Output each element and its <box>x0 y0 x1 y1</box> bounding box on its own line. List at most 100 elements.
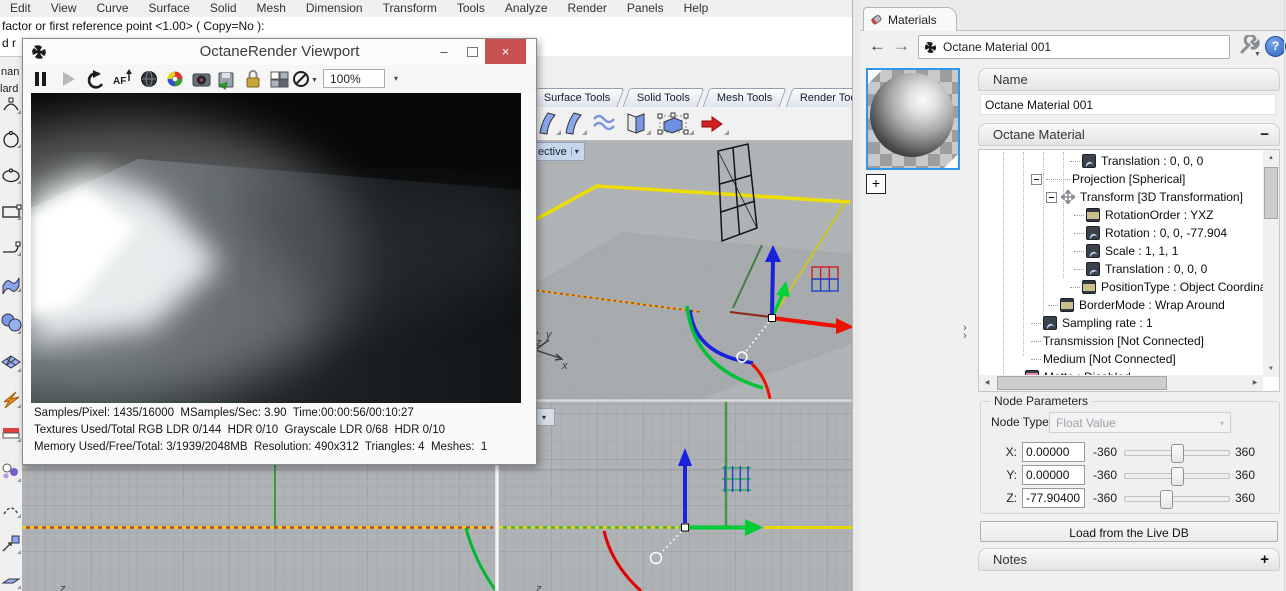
scroll-down-arrow[interactable]: ▼ <box>1263 361 1279 377</box>
material-name-input[interactable] <box>980 94 1276 115</box>
render-stats-line: Memory Used/Free/Total: 3/1939/2048MB Re… <box>34 441 488 453</box>
viewport-menu-arrow[interactable]: ▾ <box>570 147 582 156</box>
tool-icons[interactable] <box>536 109 746 139</box>
tree-vertical-scrollbar[interactable]: ▲ ▼ <box>1263 150 1279 377</box>
float-node-icon <box>1043 316 1057 330</box>
name-section-header[interactable]: Name <box>978 68 1280 91</box>
tree-node-rotation[interactable]: Rotation : 0, 0, -77.904 <box>979 224 1263 242</box>
tree-node-scale[interactable]: Scale : 1, 1, 1 <box>979 242 1263 260</box>
panel-expander[interactable]: › › <box>960 323 970 342</box>
fold-tool-icon <box>627 113 637 134</box>
scroll-left-arrow[interactable]: ◀ <box>979 375 995 391</box>
tree-node-translation[interactable]: Translation : 0, 0, 0 <box>979 152 1263 170</box>
tools-wrench-button[interactable]: ▼ <box>1238 35 1262 57</box>
expand-section-button[interactable]: + <box>1260 551 1269 568</box>
tree-node-transmission[interactable]: Transmission [Not Connected] <box>979 332 1263 350</box>
y-value-input[interactable] <box>1022 465 1085 485</box>
tab-solid-tools[interactable]: Solid Tools <box>622 88 705 107</box>
back-button[interactable]: ← <box>869 36 886 56</box>
tree-node-samplingrate[interactable]: Sampling rate : 1 <box>979 314 1263 332</box>
render-region-icon <box>141 71 157 87</box>
scroll-right-arrow[interactable]: ▶ <box>1247 375 1263 391</box>
clay-mode-icon <box>293 71 309 87</box>
menu-curve[interactable]: Curve <box>86 0 138 15</box>
scroll-up-arrow[interactable]: ▲ <box>1263 150 1279 166</box>
collapse-box-icon[interactable] <box>1031 173 1042 185</box>
save-image-icon <box>218 72 234 90</box>
axis-label-z: z <box>535 583 542 591</box>
scrollbar-thumb[interactable] <box>997 376 1167 390</box>
slider-max-label: 360 <box>1235 491 1256 505</box>
tree-node-rotationorder[interactable]: RotationOrder : YXZ <box>979 206 1263 224</box>
load-live-db-button[interactable]: Load from the Live DB <box>980 521 1278 542</box>
menu-analyze[interactable]: Analyze <box>495 0 558 15</box>
scrollbar-thumb[interactable] <box>1264 167 1278 219</box>
collapse-section-button[interactable]: − <box>1260 126 1269 143</box>
tree-horizontal-scrollbar[interactable]: ◀ ▶ <box>979 375 1263 391</box>
left-toolbar[interactable] <box>0 96 22 591</box>
menu-tools[interactable]: Tools <box>447 0 495 15</box>
menu-mesh[interactable]: Mesh <box>247 0 296 15</box>
window-title-bar[interactable]: OctaneRender Viewport – × <box>23 39 536 66</box>
menu-render[interactable]: Render <box>558 0 617 15</box>
notes-section-header[interactable]: Notes + <box>978 548 1280 571</box>
tree-node-medium[interactable]: Medium [Not Connected] <box>979 350 1263 368</box>
slider-thumb[interactable] <box>1171 444 1184 463</box>
node-parameters-title: Node Parameters <box>990 394 1093 408</box>
maximize-button[interactable] <box>459 41 485 62</box>
slider-min-label: -360 <box>1092 445 1117 459</box>
tab-materials[interactable]: Materials <box>863 7 957 31</box>
octane-toolbar-icons[interactable]: AF ▼ <box>23 65 323 93</box>
node-type-select[interactable]: Float Value ▾ <box>1049 412 1231 433</box>
zoom-dropdown-arrow[interactable]: ▾ <box>389 69 403 88</box>
clay-mode-dropdown-arrow[interactable]: ▼ <box>311 77 318 84</box>
surface-tool-icon <box>539 112 556 135</box>
menu-bar: Edit View Curve Surface Solid Mesh Dimension Tr… <box>0 0 852 17</box>
float-node-icon <box>1086 226 1100 240</box>
tree-node-positiontype[interactable]: PositionType : Object Coordinate <box>979 278 1263 296</box>
menu-dimension[interactable]: Dimension <box>296 0 373 15</box>
menu-transform[interactable]: Transform <box>373 0 447 15</box>
lightning-tool-icon <box>3 391 20 409</box>
corner-fold <box>944 154 958 168</box>
slider-thumb[interactable] <box>1171 467 1184 486</box>
tree-node-transform[interactable]: Transform [3D Transformation] <box>979 188 1263 206</box>
enum-node-icon <box>1086 208 1100 222</box>
menu-help[interactable]: Help <box>674 0 719 15</box>
close-button[interactable]: × <box>485 39 526 64</box>
tree-node-bordermode[interactable]: BorderMode : Wrap Around <box>979 296 1263 314</box>
material-selector[interactable]: Octane Material 001 <box>918 35 1230 59</box>
tree-node-projection[interactable]: Projection [Spherical] <box>979 170 1263 188</box>
z-value-input[interactable] <box>1022 488 1085 508</box>
menu-edit[interactable]: Edit <box>0 0 41 15</box>
enum-node-icon <box>1082 280 1096 294</box>
tree-node-translation2[interactable]: Translation : 0, 0, 0 <box>979 260 1263 278</box>
zoom-level-combo[interactable]: 100% <box>323 69 385 88</box>
menu-surface[interactable]: Surface <box>139 0 200 15</box>
octane-render-window[interactable]: OctaneRender Viewport – × AF ▼ 100% ▾ Sa… <box>22 38 537 465</box>
y-slider[interactable] <box>1124 467 1230 486</box>
lock-icon <box>246 70 260 88</box>
tab-surface-tools[interactable]: Surface Tools <box>529 88 625 107</box>
play-icon <box>63 72 75 86</box>
octane-material-section-header[interactable]: Octane Material − <box>978 123 1280 146</box>
slider-max-label: 360 <box>1235 445 1256 459</box>
focus-picker-icon: AF <box>113 69 132 87</box>
forward-button[interactable]: → <box>893 36 910 56</box>
minimize-button[interactable]: – <box>431 41 457 62</box>
z-slider[interactable] <box>1124 490 1230 509</box>
menu-solid[interactable]: Solid <box>200 0 247 15</box>
help-button[interactable]: ? <box>1265 36 1286 57</box>
menu-panels[interactable]: Panels <box>617 0 674 15</box>
x-slider[interactable] <box>1124 444 1230 463</box>
panel-tab-row: Materials <box>860 0 1286 31</box>
add-material-button[interactable]: + <box>866 174 886 194</box>
menu-view[interactable]: View <box>41 0 87 15</box>
tab-mesh-tools[interactable]: Mesh Tools <box>702 88 788 107</box>
perspective-viewport-label[interactable]: ective ▾ <box>533 142 585 161</box>
x-value-input[interactable] <box>1022 442 1085 462</box>
collapse-box-icon[interactable] <box>1046 191 1057 203</box>
material-node-tree[interactable]: Translation : 0, 0, 0 Projection [Spheri… <box>978 149 1280 392</box>
slider-thumb[interactable] <box>1160 490 1173 509</box>
material-preview[interactable] <box>866 68 960 170</box>
